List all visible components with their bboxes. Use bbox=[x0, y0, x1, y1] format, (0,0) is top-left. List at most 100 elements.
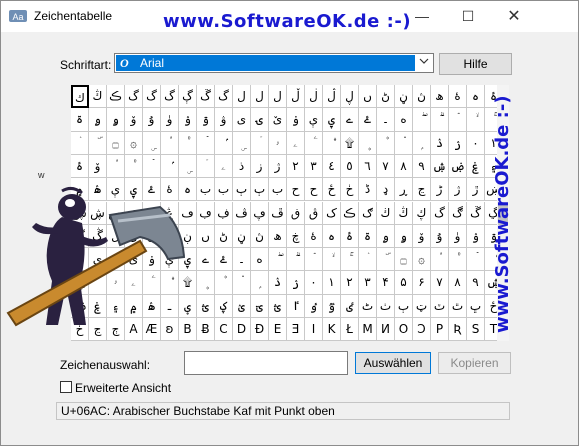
character-cell[interactable]: ڳ bbox=[179, 85, 197, 109]
character-cell[interactable]: ۈ bbox=[449, 224, 467, 249]
character-cell[interactable]: ۄ bbox=[89, 108, 107, 132]
character-cell[interactable]: ۬ bbox=[233, 271, 251, 295]
font-dropdown-selected[interactable]: O Arial bbox=[116, 55, 415, 71]
character-cell[interactable]: ۩ bbox=[341, 131, 359, 155]
character-cell[interactable]: ڤ bbox=[233, 201, 251, 225]
character-cell[interactable]: ڬ bbox=[377, 201, 395, 225]
character-cell[interactable]: ڪ bbox=[107, 85, 125, 109]
character-cell[interactable]: ٶ bbox=[305, 294, 323, 318]
character-cell[interactable]: ل bbox=[251, 85, 269, 109]
character-cell[interactable]: ۤ bbox=[251, 131, 269, 155]
character-cell[interactable]: ۔ bbox=[233, 248, 251, 272]
character-cell[interactable]: S bbox=[467, 318, 485, 342]
character-cell[interactable]: ۫ bbox=[377, 131, 395, 155]
character-cell[interactable]: ۔ bbox=[377, 108, 395, 132]
character-cell[interactable]: ٿ bbox=[449, 294, 467, 318]
character-cell[interactable]: ؽ bbox=[233, 294, 251, 318]
character-cell[interactable]: ڰ bbox=[449, 201, 467, 225]
character-cell[interactable]: ۣ bbox=[143, 131, 161, 155]
character-cell[interactable]: ژ bbox=[449, 178, 467, 202]
character-cell[interactable]: ٺ bbox=[377, 294, 395, 318]
character-cell[interactable]: ۞ bbox=[125, 131, 143, 155]
character-cell[interactable]: ۆ bbox=[89, 154, 107, 179]
character-cell[interactable]: ۦ bbox=[287, 131, 305, 155]
character-cell[interactable]: ۠ bbox=[449, 248, 467, 272]
character-cell[interactable]: ہ bbox=[323, 224, 341, 249]
character-cell[interactable]: ۓ bbox=[215, 248, 233, 272]
character-cell[interactable]: ڭ bbox=[89, 85, 107, 109]
character-cell[interactable]: K bbox=[323, 318, 341, 342]
character-cell[interactable]: I bbox=[305, 318, 323, 342]
character-cell[interactable]: ڻ bbox=[215, 224, 233, 249]
character-cell[interactable]: ٻ bbox=[395, 294, 413, 318]
character-cell[interactable]: ؿ bbox=[269, 294, 287, 318]
character-cell[interactable]: ڧ bbox=[287, 201, 305, 225]
character-cell[interactable]: ۗ bbox=[431, 108, 449, 132]
character-cell[interactable]: گ bbox=[215, 85, 233, 109]
character-cell[interactable]: O bbox=[395, 318, 413, 342]
character-cell[interactable]: ب bbox=[215, 178, 233, 202]
character-cell[interactable]: گ bbox=[125, 85, 143, 109]
character-cell[interactable]: ۻ bbox=[449, 154, 467, 179]
character-cell[interactable]: ۷ bbox=[431, 271, 449, 295]
character-cell[interactable]: ۟ bbox=[107, 154, 125, 179]
character-cell[interactable]: ٻ bbox=[233, 178, 251, 202]
character-cell[interactable]: ۙ bbox=[467, 108, 485, 132]
character-cell[interactable]: D bbox=[233, 318, 251, 342]
character-cell[interactable]: ۣ bbox=[233, 131, 251, 155]
character-cell[interactable]: ۦ bbox=[215, 154, 233, 179]
character-cell[interactable]: ۧ bbox=[305, 131, 323, 155]
select-button[interactable]: Auswählen bbox=[355, 352, 431, 374]
character-cell[interactable]: ۫ bbox=[215, 271, 233, 295]
character-cell[interactable]: ۖ bbox=[269, 248, 287, 272]
character-cell[interactable]: ڼ bbox=[395, 85, 413, 109]
character-cell[interactable]: ڑ bbox=[431, 178, 449, 202]
character-cell[interactable]: ۙ bbox=[323, 248, 341, 272]
character-cell[interactable]: ب bbox=[269, 178, 287, 202]
character-cell[interactable]: ە bbox=[395, 108, 413, 132]
title-bar[interactable]: Aa Zeichentabelle www.SoftwareOK.de :-) … bbox=[1, 1, 578, 32]
character-cell[interactable]: ڂ bbox=[341, 178, 359, 202]
character-cell[interactable]: ڭ bbox=[395, 201, 413, 225]
character-cell[interactable]: ڼ bbox=[233, 224, 251, 249]
character-cell[interactable]: ھ bbox=[431, 85, 449, 109]
character-cell[interactable]: ۪ bbox=[359, 131, 377, 155]
character-cell[interactable]: C bbox=[215, 318, 233, 342]
character-cell[interactable]: ۬ bbox=[395, 131, 413, 155]
character-cell[interactable]: ۅ bbox=[395, 224, 413, 249]
character-cell[interactable]: ڽ bbox=[251, 224, 269, 249]
character-cell[interactable]: ؼ bbox=[215, 294, 233, 318]
character-cell[interactable]: ۀ bbox=[449, 85, 467, 109]
character-cell[interactable]: ۶ bbox=[413, 271, 431, 295]
character-cell[interactable]: Ǝ bbox=[287, 318, 305, 342]
character-cell[interactable]: ګ bbox=[359, 201, 377, 225]
character-cell[interactable]: ٻ bbox=[251, 178, 269, 202]
character-cell[interactable]: ۏ bbox=[287, 108, 305, 132]
character-cell[interactable]: ۛ bbox=[71, 131, 89, 155]
character-cell[interactable]: ۝ bbox=[395, 248, 413, 272]
character-cell[interactable]: ڦ bbox=[269, 201, 287, 225]
character-cell[interactable]: ۘ bbox=[449, 108, 467, 132]
character-cell[interactable]: ٵ bbox=[287, 294, 305, 318]
character-cell[interactable]: ڷ bbox=[323, 85, 341, 109]
character-cell[interactable]: ٥ bbox=[341, 154, 359, 179]
character-cell[interactable]: ۉ bbox=[179, 108, 197, 132]
character-cell[interactable]: ۘ bbox=[305, 248, 323, 272]
character-cell[interactable]: ٦ bbox=[359, 154, 377, 179]
chevron-down-icon[interactable] bbox=[419, 56, 429, 66]
character-cell[interactable]: ڮ bbox=[413, 201, 431, 225]
character-cell[interactable]: ۆ bbox=[413, 224, 431, 249]
character-cell[interactable]: ۃ bbox=[359, 224, 377, 249]
character-cell[interactable]: ڱ bbox=[197, 85, 215, 109]
character-cell[interactable]: ۍ bbox=[251, 108, 269, 132]
character-cell[interactable]: ۠ bbox=[125, 154, 143, 179]
character-cell[interactable]: ۠ bbox=[179, 131, 197, 155]
character-cell[interactable]: ٢ bbox=[287, 154, 305, 179]
character-cell[interactable]: ۜ bbox=[377, 248, 395, 272]
character-cell[interactable]: ۢ bbox=[161, 154, 179, 179]
character-cell[interactable]: ٹ bbox=[359, 294, 377, 318]
minimize-button[interactable]: — bbox=[399, 1, 445, 32]
character-cell[interactable]: ۵ bbox=[395, 271, 413, 295]
character-cell[interactable]: ۰ bbox=[467, 131, 485, 155]
maximize-button[interactable]: ☐ bbox=[445, 1, 491, 32]
